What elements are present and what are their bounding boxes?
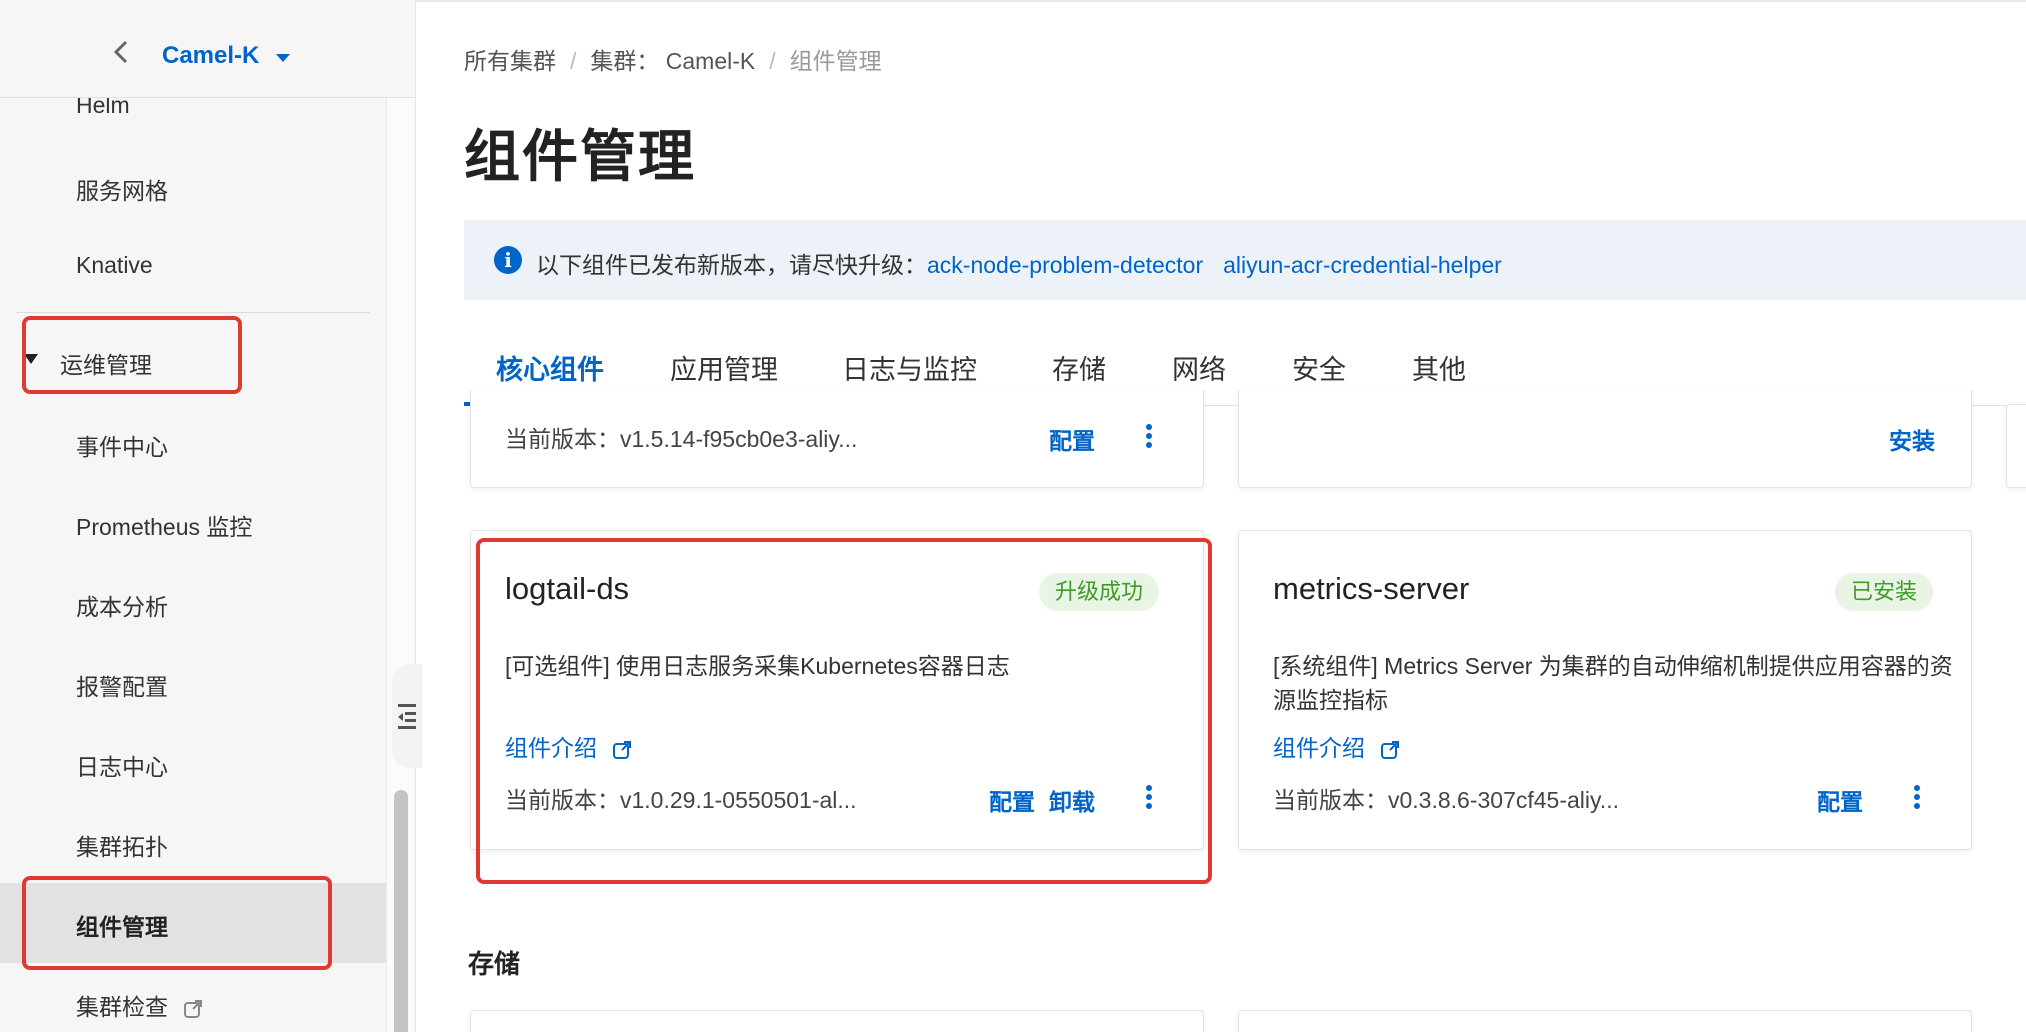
uninstall-button[interactable]: 卸载 — [1049, 783, 1095, 817]
component-intro-link[interactable]: 组件介绍 — [1273, 729, 1401, 763]
section-title-storage: 存储 — [468, 949, 521, 979]
breadcrumb-separator: / — [570, 48, 577, 74]
config-button[interactable]: 配置 — [989, 783, 1035, 817]
cluster-selector[interactable]: Camel-K — [162, 42, 259, 70]
caret-down-icon[interactable] — [24, 354, 38, 364]
config-button[interactable]: 配置 — [1049, 422, 1095, 456]
breadcrumb-separator: / — [769, 48, 776, 74]
notice-message: 以下组件已发布新版本，请尽快升级： — [536, 252, 927, 278]
external-link-icon — [184, 999, 203, 1018]
sidebar-item-alert-config[interactable]: 报警配置 — [76, 668, 168, 702]
upgrade-notice: i 以下组件已发布新版本，请尽快升级：ack-node-problem-dete… — [464, 220, 2026, 300]
sidebar-item-knative[interactable]: Knative — [76, 252, 153, 279]
intro-link-label: 组件介绍 — [505, 735, 597, 761]
external-link-icon — [613, 740, 632, 759]
sidebar-divider — [16, 312, 370, 313]
component-card-logtail-ds: logtail-ds 升级成功 [可选组件] 使用日志服务采集Kubernete… — [470, 530, 1204, 850]
breadcrumb: 所有集群 / 集群： Camel-K / 组件管理 — [464, 42, 882, 76]
component-name: logtail-ds — [505, 571, 630, 606]
tab-network[interactable]: 网络 — [1172, 348, 1226, 387]
sidebar-header: Camel-K — [0, 0, 415, 98]
tab-core-components[interactable]: 核心组件 — [496, 348, 604, 387]
notice-text: 以下组件已发布新版本，请尽快升级：ack-node-problem-detect… — [536, 246, 1522, 280]
status-badge: 升级成功 — [1039, 573, 1160, 611]
more-options-icon[interactable] — [1907, 783, 1927, 813]
component-card-metrics-server: metrics-server 已安装 [系统组件] Metrics Server… — [1238, 530, 1972, 850]
main-content: 所有集群 / 集群： Camel-K / 组件管理 组件管理 i 以下组件已发布新版本，… — [416, 0, 2026, 1032]
sidebar: Helm 服务网格 Knative 运维管理 事件中心 Prometheus 监… — [0, 0, 416, 1032]
chevron-left-icon[interactable] — [104, 34, 140, 70]
component-card: 安装 — [1238, 390, 1972, 488]
status-badge: 已安装 — [1835, 573, 1934, 611]
version-text: 当前版本：v1.5.14-f95cb0e3-aliy... — [505, 426, 858, 452]
page-title: 组件管理 — [464, 125, 696, 188]
tab-storage[interactable]: 存储 — [1052, 348, 1106, 387]
external-link-icon — [1381, 740, 1400, 759]
sidebar-active-highlight — [0, 883, 386, 963]
component-name: metrics-server — [1273, 571, 1470, 606]
sidebar-item-service-mesh[interactable]: 服务网格 — [76, 172, 168, 206]
component-card-partial — [2006, 404, 2026, 488]
sidebar-item-event-center[interactable]: 事件中心 — [76, 428, 168, 462]
version-text: 当前版本：v1.0.29.1-0550501-al... — [505, 787, 857, 813]
tab-logging-monitoring[interactable]: 日志与监控 — [842, 348, 977, 387]
sidebar-item-log-center[interactable]: 日志中心 — [76, 748, 168, 782]
collapse-icon — [398, 704, 416, 729]
sidebar-group-ops[interactable]: 运维管理 — [60, 346, 152, 380]
chevron-down-icon[interactable] — [276, 54, 290, 62]
sidebar-item-cost-analysis[interactable]: 成本分析 — [76, 588, 168, 622]
tab-app-management[interactable]: 应用管理 — [670, 348, 778, 387]
version-text: 当前版本：v0.3.8.6-307cf45-aliy... — [1273, 787, 1619, 813]
sidebar-item-component-management[interactable]: 组件管理 — [76, 908, 168, 942]
component-card — [470, 1010, 1204, 1032]
sidebar-item-cluster-topology[interactable]: 集群拓扑 — [76, 828, 168, 862]
component-card: 当前版本：v1.5.14-f95cb0e3-aliy... 配置 — [470, 390, 1204, 488]
component-card — [1238, 1010, 1972, 1032]
more-options-icon[interactable] — [1139, 422, 1159, 452]
notice-link-aliyun-acr-credential-helper[interactable]: aliyun-acr-credential-helper — [1223, 252, 1502, 278]
sidebar-item-cluster-check[interactable]: 集群检查 — [76, 988, 204, 1022]
intro-link-label: 组件介绍 — [1273, 735, 1365, 761]
breadcrumb-current: 组件管理 — [789, 48, 882, 74]
breadcrumb-cluster[interactable]: 集群： Camel-K — [590, 48, 755, 74]
sidebar-item-label: 集群检查 — [76, 994, 168, 1020]
breadcrumb-all-clusters[interactable]: 所有集群 — [464, 48, 556, 74]
tab-security[interactable]: 安全 — [1292, 348, 1346, 387]
component-intro-link[interactable]: 组件介绍 — [505, 729, 633, 763]
sidebar-scrollbar-thumb[interactable] — [394, 790, 408, 1032]
info-icon: i — [494, 246, 522, 274]
more-options-icon[interactable] — [1139, 783, 1159, 813]
notice-link-ack-node-problem-detector[interactable]: ack-node-problem-detector — [927, 252, 1203, 278]
install-button[interactable]: 安装 — [1889, 422, 1935, 456]
config-button[interactable]: 配置 — [1817, 783, 1863, 817]
component-description: [系统组件] Metrics Server 为集群的自动伸缩机制提供应用容器的资… — [1273, 653, 1953, 713]
component-description: [可选组件] 使用日志服务采集Kubernetes容器日志 — [505, 653, 1010, 679]
app-root: Helm 服务网格 Knative 运维管理 事件中心 Prometheus 监… — [0, 0, 2026, 1032]
tab-other[interactable]: 其他 — [1412, 348, 1466, 387]
sidebar-item-prometheus[interactable]: Prometheus 监控 — [76, 508, 252, 542]
